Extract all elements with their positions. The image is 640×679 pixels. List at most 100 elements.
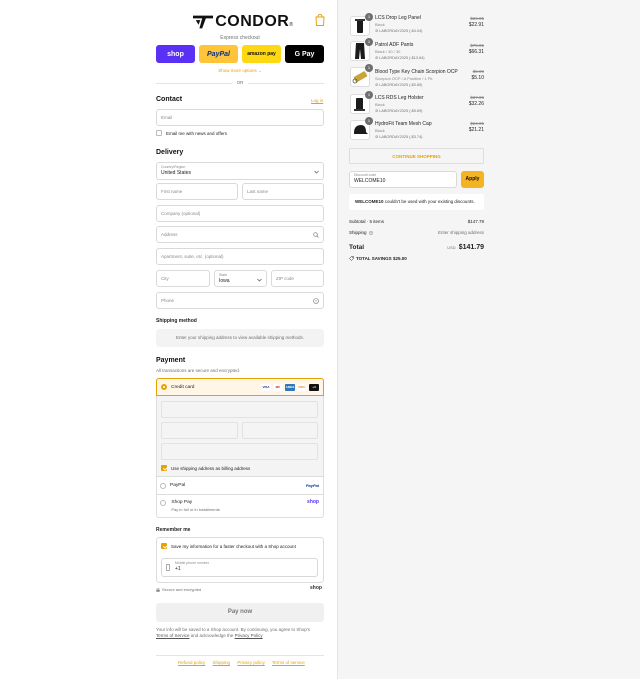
google-pay-button[interactable]: G Pay	[285, 45, 324, 63]
total-savings: TOTAL SAVINGS $25.00	[349, 256, 407, 261]
discover-icon: DISC	[297, 383, 307, 391]
item-discount: ⊘ LABORDAY2025 (-$5.69)	[375, 109, 423, 113]
visa-icon: VISA	[261, 383, 271, 391]
tag-icon	[349, 256, 354, 261]
discount-code-field[interactable]: Discount code WELCOME10	[349, 171, 457, 188]
quantity-badge: 1	[365, 64, 373, 72]
item-original-price: $37.95	[470, 95, 484, 100]
last-name-field[interactable]: Last name	[242, 183, 324, 200]
paypal-option[interactable]: PayPal PayPal	[156, 476, 324, 494]
currency-code: USD	[447, 245, 456, 250]
shop-pay-radio[interactable]	[160, 500, 166, 506]
login-link[interactable]: Log in	[311, 98, 323, 103]
product-thumbnail: 1	[350, 91, 373, 114]
show-more-options-link[interactable]: Show more options ⌄	[156, 68, 324, 74]
item-variant: Black	[375, 22, 385, 27]
zip-field[interactable]: ZIP code	[271, 270, 324, 287]
item-variant: Black	[375, 102, 385, 107]
total-value: $141.79	[458, 244, 484, 251]
shipping-label-row: Shipping ?	[349, 230, 373, 235]
subtotal-value: $147.79	[467, 219, 484, 224]
shipping-policy-link[interactable]: Shipping	[213, 660, 231, 665]
more-cards-badge: +4	[309, 383, 319, 391]
item-variant: Black	[375, 128, 385, 133]
mastercard-icon: MC	[273, 383, 283, 391]
item-price: $21.21	[468, 127, 484, 133]
item-discount: ⊘ LABORDAY2025 (-$0.89)	[375, 83, 423, 87]
privacy-policy-link[interactable]: Privacy Policy	[235, 633, 263, 638]
item-original-price: $5.99	[472, 69, 484, 74]
item-discount: ⊘ LABORDAY2025 (-$4.04)	[375, 29, 423, 33]
terms-of-service-footer-link[interactable]: Terms of service	[272, 660, 305, 665]
subtotal-label: Subtotal · 5 items	[349, 219, 385, 224]
apply-discount-button[interactable]: Apply	[461, 171, 484, 188]
item-variant: Scorpion OCP / A Positive / 1 Pk	[375, 76, 433, 81]
chevron-down-icon	[314, 170, 319, 174]
save-info-checkbox[interactable]	[161, 543, 167, 549]
remember-me-heading: Remember me	[156, 527, 191, 533]
security-code-field[interactable]	[242, 422, 318, 439]
footer-divider	[156, 655, 324, 656]
footer-links: Refund policy Shipping Privacy policy Te…	[178, 660, 311, 665]
privacy-policy-footer-link[interactable]: Privacy policy	[237, 660, 265, 665]
item-original-price: $24.95	[470, 121, 484, 126]
apartment-field[interactable]: Apartment, suite, etc. (optional)	[156, 248, 324, 265]
amazon-pay-button[interactable]: amazon pay	[242, 45, 281, 63]
company-field[interactable]: Company (optional)	[156, 205, 324, 222]
info-icon[interactable]: ?	[368, 231, 373, 235]
legal-text: Your info will be saved to a Shop accoun…	[156, 627, 311, 638]
newsletter-option[interactable]: Email me with news and offers	[156, 130, 227, 136]
payment-subtitle: All transactions are secure and encrypte…	[156, 368, 241, 373]
pay-now-button[interactable]: Pay now	[156, 603, 324, 622]
quantity-badge: 1	[365, 91, 373, 99]
first-name-field[interactable]: First name	[156, 183, 238, 200]
total-label: Total	[349, 244, 365, 251]
billing-same-option[interactable]: Use shipping address as billing address	[161, 465, 250, 471]
payment-heading: Payment	[156, 357, 186, 364]
email-field[interactable]: Email	[156, 109, 324, 126]
condor-logo-icon	[193, 15, 214, 29]
phone-icon	[166, 564, 170, 571]
quantity-badge: 1	[365, 38, 373, 46]
newsletter-label: Email me with news and offers	[166, 130, 227, 136]
credit-card-option[interactable]: Credit card VISA MC AMEX DISC +4	[156, 378, 324, 396]
shop-logo-icon: shop	[307, 499, 319, 505]
divider-right	[248, 83, 324, 84]
contact-heading: Contact	[156, 96, 183, 103]
shopping-bag-icon[interactable]	[315, 14, 325, 26]
item-name: LCS RDS Leg Holster	[375, 95, 424, 101]
delivery-heading: Delivery	[156, 149, 184, 156]
continue-shopping-button[interactable]: CONTINUE SHOPPING	[349, 148, 484, 164]
phone-field[interactable]: Phone ?	[156, 292, 324, 309]
save-info-option[interactable]: Save my information for a faster checkou…	[161, 543, 296, 549]
newsletter-checkbox[interactable]	[156, 130, 162, 136]
save-info-label: Save my information for a faster checkou…	[171, 543, 296, 549]
brand-logo[interactable]: CONDOR ®	[193, 12, 293, 32]
address-field[interactable]: Address	[156, 226, 324, 243]
product-thumbnail: 1	[350, 13, 373, 36]
search-icon	[313, 232, 319, 238]
paypal-radio[interactable]	[160, 482, 166, 489]
state-select[interactable]: State Iowa	[214, 270, 267, 287]
product-thumbnail: 1	[350, 64, 373, 87]
credit-card-radio[interactable]	[161, 384, 167, 390]
card-number-field[interactable]	[161, 401, 318, 418]
mobile-phone-field[interactable]: Mobile phone number +1	[161, 558, 318, 577]
terms-of-service-link[interactable]: Terms of Service	[156, 633, 190, 638]
item-discount: ⊘ LABORDAY2025 (-$13.64)	[375, 56, 425, 60]
billing-same-checkbox[interactable]	[161, 465, 167, 471]
help-icon[interactable]: ?	[313, 298, 319, 304]
shop-pay-label: Shop Pay	[171, 500, 193, 505]
refund-policy-link[interactable]: Refund policy	[178, 660, 205, 665]
country-select[interactable]: Country/Region United States	[156, 162, 324, 180]
expiration-field[interactable]	[161, 422, 238, 439]
product-thumbnail: 1	[350, 117, 373, 140]
item-discount: ⊘ LABORDAY2025 (-$3.74)	[375, 135, 423, 139]
shop-pay-button[interactable]: shop	[156, 45, 195, 63]
shop-logo-icon: shop	[310, 585, 322, 591]
name-on-card-field[interactable]	[161, 443, 318, 460]
paypal-button[interactable]: PayPal	[199, 45, 238, 63]
shop-pay-option[interactable]: Shop Pay Pay in full or in installments …	[156, 494, 324, 518]
city-field[interactable]: City	[156, 270, 210, 287]
shipping-value: Enter shipping address	[437, 230, 484, 235]
